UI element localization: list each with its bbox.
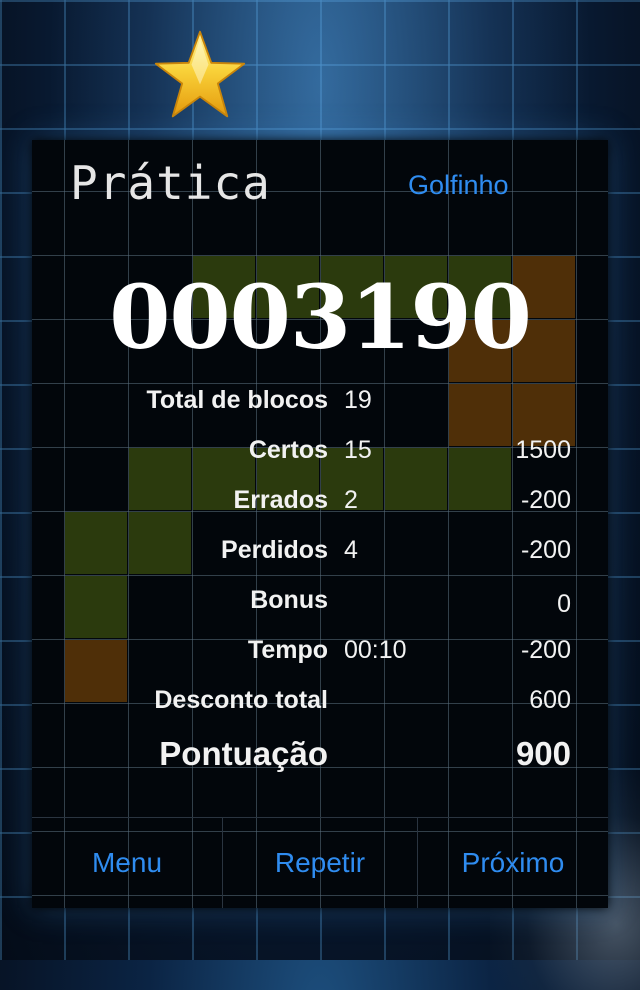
- stat-row-total-blocks: Total de blocos 19: [32, 386, 608, 426]
- stat-row-missed: Perdidos 4 -200: [32, 536, 608, 576]
- stat-points: -200: [520, 486, 571, 514]
- final-score-label: Pontuação: [159, 735, 328, 772]
- stat-label: Perdidos: [221, 536, 328, 564]
- stat-count: 4: [344, 536, 358, 564]
- stat-points: 0: [557, 590, 571, 618]
- results-panel: Prática Golfinho 0003190 Total de blocos…: [32, 140, 608, 908]
- stat-count: 2: [344, 486, 358, 514]
- stat-label: Certos: [248, 436, 328, 464]
- level-name: Golfinho: [408, 170, 509, 200]
- stat-label: Total de blocos: [146, 386, 329, 414]
- stat-label: Desconto total: [154, 686, 328, 714]
- stat-label: Tempo: [247, 636, 328, 664]
- stat-points: -200: [520, 536, 571, 564]
- stat-points: -200: [520, 636, 571, 664]
- stat-row-correct: Certos 15 1500: [32, 436, 608, 476]
- stat-count: 00:10: [344, 636, 407, 664]
- stat-row-total-discount: Desconto total 600: [32, 686, 608, 726]
- stat-row-final-score: Pontuação 900: [32, 735, 608, 775]
- stat-row-wrong: Errados 2 -200: [32, 486, 608, 526]
- score-counter: 0003190: [109, 265, 532, 369]
- repeat-button[interactable]: Repetir: [223, 818, 417, 908]
- stat-label: Bonus: [250, 586, 328, 614]
- stat-label: Errados: [233, 486, 328, 514]
- star-icon: [153, 28, 247, 122]
- stat-row-time: Tempo 00:10 -200: [32, 636, 608, 676]
- stat-row-bonus: Bonus 0: [32, 586, 608, 626]
- stat-points: 600: [529, 686, 571, 714]
- stat-count: 15: [344, 436, 372, 464]
- stat-count: 19: [344, 386, 372, 414]
- next-button[interactable]: Próximo: [418, 818, 608, 908]
- menu-button[interactable]: Menu: [32, 818, 222, 908]
- page-title: Prática: [70, 156, 271, 210]
- footer-toolbar: Menu Repetir Próximo: [32, 817, 608, 908]
- final-score-value: 900: [515, 735, 571, 772]
- stat-points: 1500: [515, 436, 571, 464]
